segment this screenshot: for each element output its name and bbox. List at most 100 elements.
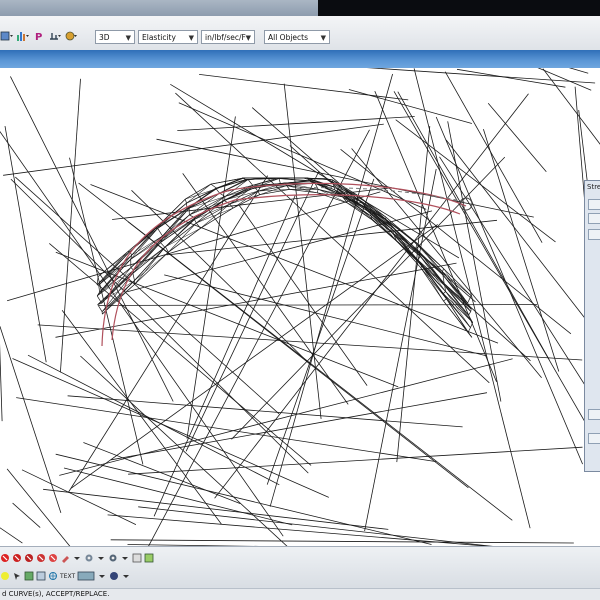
pen-tool-icon[interactable]: P: [32, 29, 46, 43]
mesh-edge: [0, 326, 62, 514]
mesh-edge: [110, 539, 574, 544]
mesh-edge: [439, 156, 592, 395]
select-icon[interactable]: [12, 571, 22, 581]
shell-edge: [468, 311, 472, 316]
table-icon[interactable]: [144, 553, 154, 563]
units-dropdown[interactable]: in/lbf/sec/F ▼: [201, 30, 255, 44]
stress-side-panel[interactable]: Stre: [584, 180, 600, 472]
mesh-edge: [21, 469, 137, 525]
shell-edge: [442, 268, 444, 272]
mesh-edge: [199, 74, 409, 101]
chevron-down-icon: ▼: [188, 34, 194, 42]
mesh-edge: [182, 173, 349, 405]
mesh-edge: [266, 178, 375, 485]
target-icon[interactable]: [48, 571, 58, 581]
shell-edge: [416, 260, 446, 292]
layers-icon[interactable]: [24, 571, 34, 581]
shell-edge: [194, 219, 197, 224]
mesh-edge: [60, 78, 81, 373]
shell-edge: [134, 247, 166, 281]
delete-icon[interactable]: [24, 553, 34, 563]
mesh-edge: [3, 123, 384, 176]
mesh-edge: [37, 324, 583, 361]
status-message: d CURVE(s), ACCEPT/REPLACE.: [2, 590, 110, 598]
chevron-down-icon[interactable]: [121, 571, 131, 581]
display-mode-icon[interactable]: [77, 571, 95, 581]
info-icon[interactable]: [109, 571, 119, 581]
mesh-edge: [153, 194, 296, 517]
mesh-edge: [6, 191, 381, 302]
shell-edge: [184, 199, 187, 204]
window-title-bar: [0, 0, 600, 16]
panel-button[interactable]: [588, 199, 600, 210]
mesh-viewport[interactable]: [0, 68, 600, 546]
mesh-edge: [98, 304, 538, 306]
mesh-edge: [542, 68, 600, 145]
shell-edge: [289, 189, 318, 194]
panel-button[interactable]: [588, 213, 600, 224]
chevron-down-icon: ▼: [125, 34, 131, 42]
shell-edge: [96, 295, 102, 304]
viewport-header-band: [0, 50, 600, 68]
gear-icon[interactable]: [84, 553, 94, 563]
mesh-edge: [128, 446, 583, 475]
mesh-edge: [27, 354, 280, 486]
mesh-edge: [0, 527, 23, 544]
mesh-edge: [59, 358, 513, 476]
mesh-edge: [456, 68, 566, 88]
background-window-area: [318, 0, 600, 16]
mesh-edge: [396, 126, 431, 463]
view-mode-dropdown[interactable]: 3D ▼: [95, 30, 135, 44]
panel-button[interactable]: [588, 433, 600, 444]
analysis-type-dropdown[interactable]: Elasticity ▼: [138, 30, 198, 44]
main-toolbar: P 3D ▼ Elasticity ▼ in/lbf/sec/F ▼ All Obje…: [0, 16, 600, 51]
probe-icon[interactable]: [64, 29, 78, 43]
object-filter-dropdown[interactable]: All Objects ▼: [264, 30, 330, 44]
text-tool-label[interactable]: TEXT: [60, 573, 75, 580]
side-panel-title: Stre: [587, 183, 600, 191]
mesh-edge: [483, 128, 560, 372]
mesh-edge: [487, 102, 547, 173]
shell-edge: [134, 252, 169, 281]
chevron-down-icon[interactable]: [72, 553, 82, 563]
panel-button[interactable]: [588, 409, 600, 420]
mesh-edge: [283, 83, 322, 419]
mesh-edge: [12, 502, 41, 528]
block-icon[interactable]: [36, 553, 46, 563]
mesh-edge: [568, 68, 589, 74]
mesh-edge: [186, 116, 236, 439]
cancel-icon[interactable]: [12, 553, 22, 563]
mesh-edge: [170, 83, 460, 259]
chevron-down-icon[interactable]: [97, 571, 107, 581]
shell-edge: [132, 273, 135, 281]
panel-button[interactable]: [588, 229, 600, 240]
settings-icon[interactable]: [108, 553, 118, 563]
constraint-icon[interactable]: [48, 29, 62, 43]
units-value: in/lbf/sec/F: [205, 33, 246, 42]
grid-view-icon[interactable]: [0, 29, 14, 43]
shell-edge: [299, 177, 326, 180]
shell-edge: [160, 242, 166, 248]
stop-icon[interactable]: [0, 553, 10, 563]
chart-tool-icon[interactable]: [16, 29, 30, 43]
mesh-edge: [6, 468, 71, 546]
clear-icon[interactable]: [48, 553, 58, 563]
chevron-down-icon: ▼: [320, 34, 326, 42]
bottom-toolbar: TEXT: [0, 546, 600, 589]
paint-icon[interactable]: [60, 553, 70, 563]
chevron-down-icon[interactable]: [120, 553, 130, 563]
frame-icon[interactable]: [132, 553, 142, 563]
shell-edge: [247, 179, 253, 186]
mesh-edge: [131, 190, 311, 365]
chevron-down-icon: ▼: [245, 34, 251, 42]
mesh-edge: [55, 453, 432, 545]
chevron-down-icon[interactable]: [96, 553, 106, 563]
shell-edge: [316, 189, 319, 193]
bottom-toolbar-row-2: TEXT: [0, 569, 133, 583]
shell-edge: [278, 178, 281, 184]
mesh-drawing: [0, 68, 600, 546]
mesh-edge: [214, 93, 529, 499]
highlight-icon[interactable]: [0, 571, 10, 581]
shell-edge: [443, 298, 447, 302]
window-icon[interactable]: [36, 571, 46, 581]
